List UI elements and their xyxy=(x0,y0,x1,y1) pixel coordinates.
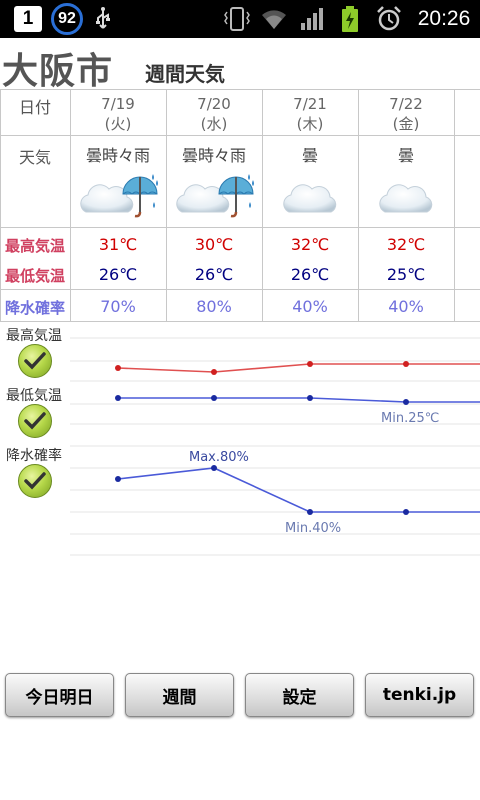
day-high-temp: 32℃ xyxy=(386,235,426,254)
data-point xyxy=(211,465,217,471)
data-point xyxy=(403,509,409,515)
alarm-icon xyxy=(374,0,404,38)
data-point xyxy=(115,365,121,371)
row-label-weather: 天気 xyxy=(18,148,51,167)
rain-min-label: Min.40% xyxy=(285,521,341,536)
city-title: 大阪市 xyxy=(2,51,114,92)
day-weather-text: 曇時々雨 xyxy=(85,146,150,165)
day-weekday: (水) xyxy=(200,115,228,133)
day-low-temp: 26℃ xyxy=(194,265,234,284)
data-point xyxy=(211,369,217,375)
battery-percent-icon: 92 xyxy=(49,0,85,38)
day-weekday: (火) xyxy=(104,115,132,133)
today-tomorrow-button[interactable]: 今日明日 xyxy=(5,673,114,717)
day-date: 7/21 xyxy=(293,95,327,113)
table-border-top xyxy=(0,89,480,90)
day-high-temp: 30℃ xyxy=(194,235,234,254)
graph-gridlines xyxy=(70,337,480,556)
day-weather-text: 曇 xyxy=(301,146,318,165)
tenki-jp-button[interactable]: tenki.jp xyxy=(365,673,474,717)
day-rain-chance: 40% xyxy=(388,297,424,316)
notification-count: 1 xyxy=(14,6,42,32)
data-point xyxy=(115,395,121,401)
series-line xyxy=(118,397,480,403)
weekly-graph: Min.25℃ Max.80% Min.40% xyxy=(70,337,480,556)
day-low-temp: 26℃ xyxy=(290,265,330,284)
table-divider xyxy=(0,135,480,136)
high-temp-series xyxy=(115,361,480,375)
data-point xyxy=(115,476,121,482)
usb-icon xyxy=(93,0,113,38)
status-bar: 1 92 20:26 xyxy=(0,0,480,38)
day-weekday: (木) xyxy=(296,115,324,133)
wifi-icon xyxy=(258,0,290,38)
battery-charging-icon xyxy=(338,0,362,38)
day-rain-chance: 80% xyxy=(196,297,232,316)
day-weather-text: 曇 xyxy=(397,146,414,165)
day-date: 7/19 xyxy=(101,95,135,113)
table-column-divider xyxy=(454,89,455,322)
page-subtitle: 週間天気 xyxy=(145,62,225,86)
cloud-icon xyxy=(262,170,358,222)
data-point xyxy=(403,399,409,405)
battery-percent: 92 xyxy=(51,3,83,35)
cloud-umbrella-icon xyxy=(166,170,262,222)
data-point xyxy=(307,395,313,401)
day-high-temp: 32℃ xyxy=(290,235,330,254)
day-low-temp: 25℃ xyxy=(386,265,426,284)
day-rain-chance: 70% xyxy=(100,297,136,316)
settings-button[interactable]: 設定 xyxy=(245,673,354,717)
row-label-date: 日付 xyxy=(18,98,51,117)
notification-count-icon: 1 xyxy=(13,0,43,38)
data-point xyxy=(211,395,217,401)
data-point xyxy=(307,361,313,367)
day-rain-chance: 40% xyxy=(292,297,328,316)
day-date: 7/22 xyxy=(389,95,423,113)
cloud-umbrella-icon xyxy=(70,170,166,222)
table-divider xyxy=(0,227,480,228)
day-weekday: (金) xyxy=(392,115,420,133)
table-divider xyxy=(0,289,480,290)
row-label-rain-chance: 降水確率 xyxy=(4,299,65,317)
day-date: 7/20 xyxy=(197,95,231,113)
rain-max-label: Max.80% xyxy=(189,450,249,465)
vibrate-icon xyxy=(222,0,252,38)
day-high-temp: 31℃ xyxy=(98,235,138,254)
cloud-icon xyxy=(358,170,454,222)
table-border-left xyxy=(0,89,1,322)
low-temp-min-label: Min.25℃ xyxy=(381,411,439,426)
data-point xyxy=(403,361,409,367)
day-weather-text: 曇時々雨 xyxy=(181,146,246,165)
weekly-button[interactable]: 週間 xyxy=(125,673,234,717)
day-low-temp: 26℃ xyxy=(98,265,138,284)
series-line xyxy=(117,363,480,373)
signal-icon xyxy=(298,0,328,38)
row-label-low-temp: 最低気温 xyxy=(4,267,65,285)
row-label-high-temp: 最高気温 xyxy=(4,237,65,255)
clock: 20:26 xyxy=(417,7,471,30)
data-point xyxy=(307,509,313,515)
